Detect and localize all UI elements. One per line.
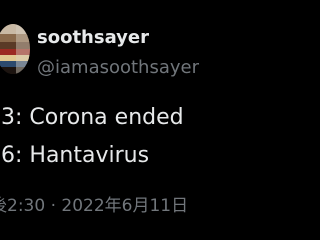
user-handle[interactable]: @iamasoothsayer [37, 55, 199, 81]
display-name[interactable]: soothsayer [37, 25, 149, 51]
tweet-text-line-2: 26: Hantavirus [0, 143, 150, 168]
avatar[interactable] [0, 24, 30, 74]
tweet-text-line-1: 23: Corona ended [0, 105, 184, 130]
tweet-timestamp[interactable]: 後2:30 · 2022年6月11日 [0, 193, 188, 219]
